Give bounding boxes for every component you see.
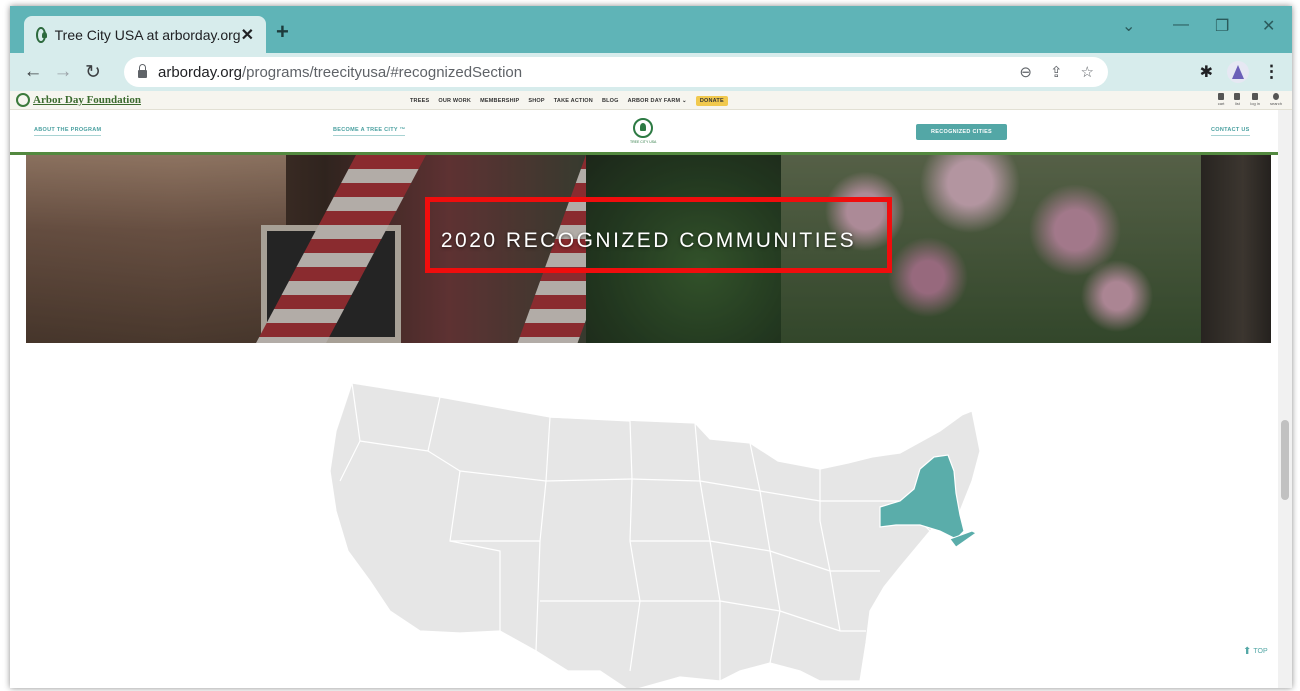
bookmark-star-icon[interactable]: ☆: [1081, 63, 1094, 81]
menu-item-trees[interactable]: TREES: [410, 98, 429, 104]
menu-item-arbor-day-farm[interactable]: ARBOR DAY FARM ⌄: [628, 98, 687, 104]
back-to-top-link[interactable]: ⬆ TOP: [1243, 646, 1268, 657]
page-scrollbar[interactable]: [1278, 110, 1292, 688]
logo-caption: TREE CITY USA: [630, 140, 657, 144]
close-window-icon[interactable]: ✕: [1262, 16, 1275, 36]
search-icon: [1272, 93, 1279, 100]
cart-link[interactable]: cart: [1218, 93, 1225, 106]
cart-icon: [1218, 93, 1225, 100]
tree-favicon-icon: [36, 26, 47, 43]
red-highlight-box: [425, 197, 892, 273]
tree-city-usa-logo[interactable]: TREE CITY USA: [630, 118, 656, 144]
browser-tab[interactable]: Tree City USA at arborday.org ✕: [24, 16, 266, 53]
chevron-down-icon[interactable]: ⌄: [1122, 16, 1135, 36]
menu-item-our-work[interactable]: OUR WORK: [438, 98, 471, 104]
menu-item-membership[interactable]: MEMBERSHIP: [480, 98, 519, 104]
user-icon: [1252, 93, 1259, 100]
scrollbar-thumb[interactable]: [1281, 420, 1289, 500]
share-icon[interactable]: ⇪: [1050, 63, 1063, 81]
address-bar[interactable]: arborday.org /programs/treecityusa/#reco…: [124, 57, 1108, 87]
recognized-communities-map: [10, 343, 1275, 688]
url-host: arborday.org: [158, 63, 242, 81]
menu-item-blog[interactable]: BLOG: [602, 98, 619, 104]
hero-banner: 2020 RECOGNIZED COMMUNITIES: [26, 155, 1271, 343]
url-path: /programs/treecityusa/#recognizedSection: [241, 63, 523, 81]
forward-arrow-icon[interactable]: →: [48, 61, 78, 83]
browser-window: Tree City USA at arborday.org ✕ + ⌄ — ❐ …: [10, 6, 1292, 688]
contact-us-link[interactable]: CONTACT US: [1211, 127, 1250, 136]
list-icon: [1234, 93, 1241, 100]
extensions-puzzle-icon[interactable]: ✱: [1200, 62, 1213, 82]
back-arrow-icon[interactable]: ←: [18, 61, 48, 83]
search-link[interactable]: search: [1270, 93, 1282, 106]
close-tab-icon[interactable]: ✕: [241, 25, 254, 45]
site-top-nav: Arbor Day Foundation TREES OUR WORK MEMB…: [10, 91, 1292, 110]
lock-icon[interactable]: [138, 64, 147, 78]
main-menu: TREES OUR WORK MEMBERSHIP SHOP TAKE ACTI…: [410, 96, 728, 106]
menu-item-shop[interactable]: SHOP: [528, 98, 544, 104]
us-map-land: [329, 382, 981, 688]
browser-menu-icon[interactable]: ⋮: [1263, 62, 1280, 82]
menu-item-take-action[interactable]: TAKE ACTION: [554, 98, 593, 104]
tab-title: Tree City USA at arborday.org: [54, 26, 241, 43]
arrow-up-icon: ⬆: [1243, 646, 1252, 657]
reload-icon[interactable]: ↻: [78, 61, 108, 84]
zoom-icon[interactable]: ⊖: [1019, 63, 1032, 81]
list-link[interactable]: list: [1234, 93, 1241, 106]
top-label: TOP: [1253, 648, 1268, 655]
donate-button[interactable]: DONATE: [695, 96, 728, 106]
new-tab-button[interactable]: +: [276, 19, 289, 45]
brand-logo-link[interactable]: Arbor Day Foundation: [16, 93, 141, 107]
recognized-cities-button[interactable]: RECOGNIZED CITIES: [916, 124, 1008, 140]
about-program-link[interactable]: ABOUT THE PROGRAM: [34, 127, 102, 136]
program-subnav: ABOUT THE PROGRAM BECOME A TREE CITY ™ T…: [10, 110, 1292, 155]
toolbar: ← → ↻ arborday.org /programs/treecityusa…: [10, 53, 1292, 91]
login-link[interactable]: log in: [1250, 93, 1260, 106]
minimize-icon[interactable]: —: [1173, 16, 1189, 34]
utility-links: cart list log in search: [1218, 93, 1282, 106]
tab-bar: Tree City USA at arborday.org ✕ + ⌄ — ❐ …: [10, 6, 1292, 53]
tree-city-badge-icon: [633, 118, 654, 138]
arbor-day-logo-icon: [16, 93, 30, 107]
us-map[interactable]: [300, 371, 1000, 688]
brand-name: Arbor Day Foundation: [33, 94, 141, 106]
restore-icon[interactable]: ❐: [1215, 16, 1229, 36]
become-tree-city-link[interactable]: BECOME A TREE CITY ™: [333, 127, 406, 136]
profile-avatar[interactable]: [1227, 61, 1249, 83]
